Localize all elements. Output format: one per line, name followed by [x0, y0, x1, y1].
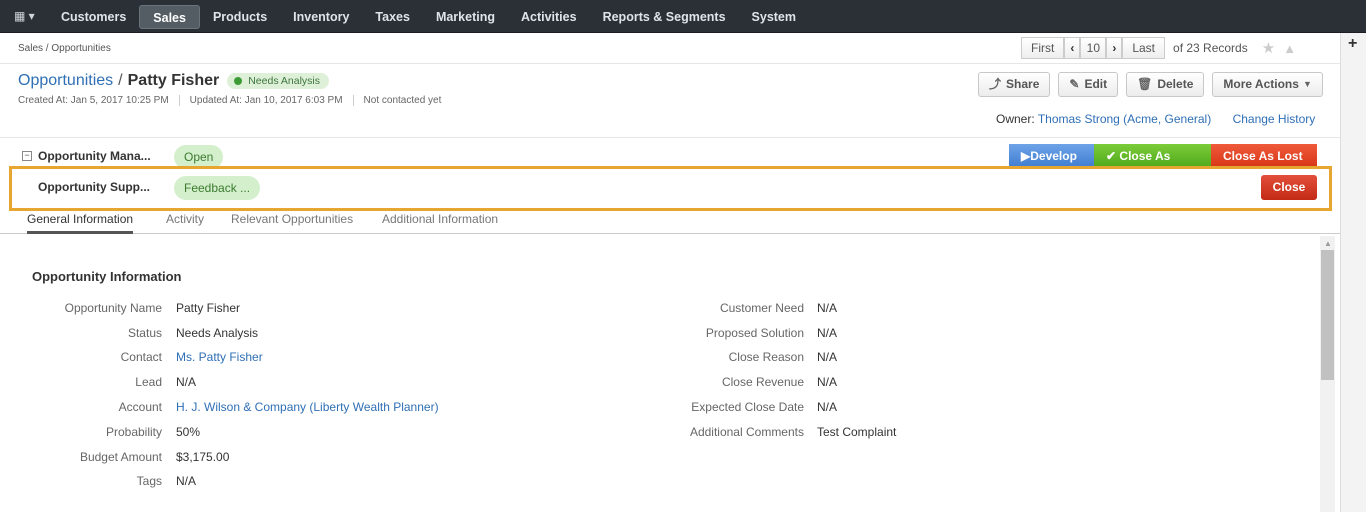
star-icon[interactable]: ★	[1262, 39, 1275, 57]
delete-label: Delete	[1157, 77, 1194, 91]
status-badge: Needs Analysis	[227, 73, 330, 89]
record-name: Patty Fisher	[127, 72, 220, 89]
field-value: N/A	[817, 350, 838, 364]
page-title: Opportunities / Patty Fisher Needs Analy…	[18, 72, 330, 90]
record-actions: ⤴ Share ✎ Edit 🗑 Delete More Actions ▼	[978, 72, 1331, 97]
scrollbar[interactable]: ▲	[1320, 236, 1335, 512]
top-nav: ▦ ▾ Customers Sales Products Inventory T…	[0, 0, 1366, 33]
stage-bar: ▶Develop ✔ Close As Won Close As Lost	[1009, 144, 1317, 187]
record-meta: Created At: Jan 5, 2017 10:25 PM Updated…	[18, 95, 461, 106]
field-value: $3,175.00	[176, 450, 230, 464]
plus-icon[interactable]: +	[1348, 35, 1357, 53]
field-label: Customer Need	[719, 301, 804, 315]
field-row: Tags N/A	[0, 474, 660, 490]
field-label: Additional Comments	[689, 425, 804, 439]
owner-link[interactable]: Thomas Strong (Acme, General)	[1038, 112, 1211, 126]
next-icon[interactable]: ›	[1106, 37, 1123, 59]
field-value: Test Complaint	[817, 425, 897, 439]
field-value: N/A	[817, 326, 838, 340]
side-panel: +	[1340, 33, 1366, 512]
tab-general-information[interactable]: General Information	[27, 212, 134, 234]
dashboard-menu-icon[interactable]: ▦ ▾	[14, 9, 35, 23]
nav-products[interactable]: Products	[200, 5, 280, 29]
nav-system[interactable]: System	[739, 5, 809, 29]
tab-bar: General Information Activity Relevant Op…	[0, 208, 1340, 234]
records-count: of 23 Records	[1173, 41, 1248, 55]
field-row: Additional Comments Test Complaint	[0, 425, 1000, 441]
status-dot-icon	[234, 77, 243, 85]
tab-relevant-opportunities[interactable]: Relevant Opportunities	[231, 212, 353, 226]
field-row: Proposed Solution N/A	[0, 326, 1000, 342]
page-number[interactable]: 10	[1080, 37, 1107, 59]
nav-inventory[interactable]: Inventory	[280, 5, 362, 29]
section-title: Opportunity Information	[32, 269, 182, 284]
share-label: Share	[1006, 77, 1040, 91]
field-label: Proposed Solution	[705, 326, 804, 340]
change-history-link[interactable]: Change History	[1233, 112, 1316, 126]
breadcrumb[interactable]: Sales / Opportunities	[18, 43, 111, 54]
field-value: N/A	[176, 474, 197, 488]
status-label: Needs Analysis	[248, 75, 321, 87]
field-row: Close Reason N/A	[0, 350, 1000, 366]
field-row: Budget Amount $3,175.00	[0, 450, 660, 466]
scroll-up-icon[interactable]: ▲	[1324, 239, 1332, 248]
field-value: N/A	[817, 375, 838, 389]
field-label: Tags	[136, 474, 162, 488]
field-value: N/A	[817, 400, 838, 414]
more-actions-label: More Actions	[1223, 77, 1299, 91]
nav-sales[interactable]: Sales	[139, 4, 200, 29]
owner-line: Owner: Thomas Strong (Acme, General) Cha…	[996, 112, 1315, 126]
nav-taxes[interactable]: Taxes	[362, 5, 423, 29]
field-value: N/A	[817, 301, 838, 315]
nav-customers[interactable]: Customers	[48, 5, 139, 29]
delete-button[interactable]: 🗑 Delete	[1126, 72, 1205, 97]
edit-icon: ✎	[1069, 77, 1080, 91]
trash-icon: 🗑	[1137, 77, 1153, 91]
share-button[interactable]: ⤴ Share	[978, 72, 1051, 97]
first-button[interactable]: First	[1021, 37, 1065, 59]
divider	[0, 137, 1340, 138]
field-row: Expected Close Date N/A	[0, 400, 1000, 416]
field-row: Customer Need N/A	[0, 301, 1000, 317]
edit-button[interactable]: ✎ Edit	[1058, 72, 1119, 97]
nav-activities[interactable]: Activities	[508, 5, 590, 29]
tab-additional-information[interactable]: Additional Information	[382, 212, 498, 226]
pin-icon[interactable]: ▲	[1283, 41, 1296, 56]
field-label: Close Revenue	[721, 375, 804, 389]
record-pager: First ‹ 10 › Last of 23 Records ★ ▲	[1021, 37, 1296, 59]
process-name: Opportunity Mana...	[38, 149, 151, 163]
lost-label: Close As Lost	[1223, 149, 1303, 163]
highlight-box	[9, 166, 1332, 211]
prev-icon[interactable]: ‹	[1064, 37, 1081, 59]
develop-label: Develop	[1030, 149, 1077, 163]
close-as-won-stage[interactable]: ✔ Close As Won	[1094, 144, 1211, 187]
scroll-thumb[interactable]	[1321, 250, 1334, 380]
field-row: Close Revenue N/A	[0, 375, 1000, 391]
owner-label: Owner:	[996, 112, 1035, 126]
tab-activity[interactable]: Activity	[166, 212, 204, 226]
more-actions-button[interactable]: More Actions ▼	[1212, 72, 1323, 97]
collapse-icon[interactable]: −	[22, 151, 32, 161]
field-label: Expected Close Date	[691, 400, 804, 414]
divider	[0, 63, 1340, 64]
nav-marketing[interactable]: Marketing	[423, 5, 508, 29]
check-circle-icon: ✔	[1106, 149, 1117, 163]
caret-down-icon: ▼	[1302, 79, 1312, 89]
field-label: Close Reason	[728, 350, 804, 364]
entity-link[interactable]: Opportunities	[18, 72, 113, 90]
title-separator: /	[118, 72, 123, 89]
last-button[interactable]: Last	[1122, 37, 1166, 59]
close-as-lost-stage[interactable]: Close As Lost	[1211, 144, 1317, 168]
share-icon: ⤴	[989, 77, 1002, 91]
develop-stage[interactable]: ▶Develop	[1009, 144, 1094, 168]
contacted-status: Not contacted yet	[363, 95, 442, 106]
edit-label: Edit	[1084, 77, 1108, 91]
updated-at: Updated At: Jan 10, 2017 6:03 PM	[190, 95, 354, 106]
created-at: Created At: Jan 5, 2017 10:25 PM	[18, 95, 180, 106]
nav-reports-segments[interactable]: Reports & Segments	[590, 5, 739, 29]
field-label: Budget Amount	[79, 450, 162, 464]
main-menu: Customers Sales Products Inventory Taxes…	[48, 0, 809, 33]
